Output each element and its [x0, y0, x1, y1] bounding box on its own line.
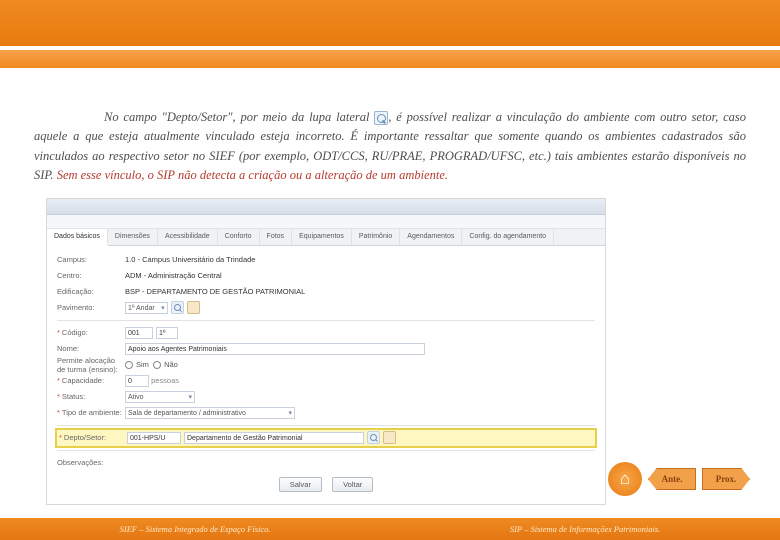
radio-sim[interactable]: [125, 361, 133, 369]
tab-dimensoes[interactable]: Dimensões: [108, 229, 158, 245]
window-toolbar: [47, 215, 605, 229]
tipo-label: *Tipo de ambiente:: [57, 408, 125, 417]
obs-label: Observações:: [57, 458, 125, 467]
edificacao-label: Edificação:: [57, 287, 125, 296]
centro-label: Centro:: [57, 271, 125, 280]
nome-input[interactable]: Apoio aos Agentes Patrimoniais: [125, 343, 425, 355]
depto-label: *Depto/Setor:: [59, 433, 127, 442]
window-titlebar: [47, 199, 605, 215]
tab-bar: Dados básicos Dimensões Acessibilidade C…: [47, 229, 605, 246]
pavimento-search-icon[interactable]: [171, 301, 184, 314]
codigo-input-b[interactable]: 1º: [156, 327, 178, 339]
capacidade-label: *Capacidade:: [57, 376, 125, 385]
codigo-label: *Código:: [57, 328, 125, 337]
depto-row-highlight: *Depto/Setor: 001-HPS/U Departamento de …: [57, 430, 595, 446]
field-name: "Depto/Setor": [162, 110, 233, 124]
nome-label: Nome:: [57, 344, 125, 353]
capacidade-input[interactable]: 0: [125, 375, 149, 387]
warning-text: Sem esse vínculo, o SIP não detecta a cr…: [57, 168, 448, 182]
header-bar-top: [0, 0, 780, 50]
tab-config-agendamento[interactable]: Config. do agendamento: [462, 229, 554, 245]
header-bar-bottom: [0, 50, 780, 68]
save-button[interactable]: Salvar: [279, 477, 322, 492]
instruction-paragraph: No campo "Depto/Setor", por meio da lupa…: [34, 108, 746, 186]
campus-label: Campus:: [57, 255, 125, 264]
tipo-select[interactable]: Sala de departamento / administrativo: [125, 407, 295, 419]
app-screenshot: Dados básicos Dimensões Acessibilidade C…: [46, 198, 606, 505]
depto-code-input[interactable]: 001-HPS/U: [127, 432, 181, 444]
home-button[interactable]: ⌂: [608, 462, 642, 496]
depto-search-icon[interactable]: [367, 431, 380, 444]
tab-equipamentos[interactable]: Equipamentos: [292, 229, 352, 245]
next-button[interactable]: Prox.: [702, 468, 750, 490]
turma-label: Permite alocação de turma (ensino):: [57, 356, 125, 374]
campus-value: 1.0 - Campus Universitário da Trindade: [125, 255, 255, 264]
radio-nao[interactable]: [153, 361, 161, 369]
depto-clear-icon[interactable]: [383, 431, 396, 444]
tab-patrimonio[interactable]: Patrimônio: [352, 229, 400, 245]
prev-button[interactable]: Ante.: [648, 468, 696, 490]
status-label: *Status:: [57, 392, 125, 401]
centro-value: ADM - Administração Central: [125, 271, 222, 280]
pavimento-clear-icon[interactable]: [187, 301, 200, 314]
depto-name-input[interactable]: Departamento de Gestão Patrimonial: [184, 432, 364, 444]
footer-bar: SIEF – Sistema Integrado de Espaço Físic…: [0, 518, 780, 540]
status-select[interactable]: Ativo: [125, 391, 195, 403]
tab-conforto[interactable]: Conforto: [218, 229, 260, 245]
pavimento-select[interactable]: 1º Andar: [125, 302, 168, 314]
codigo-input-a[interactable]: 001: [125, 327, 153, 339]
edificacao-value: BSP - DEPARTAMENTO DE GESTÃO PATRIMONIAL: [125, 287, 305, 296]
magnifier-icon: [374, 111, 388, 125]
tab-acessibilidade[interactable]: Acessibilidade: [158, 229, 218, 245]
tab-fotos[interactable]: Fotos: [260, 229, 293, 245]
back-button[interactable]: Voltar: [332, 477, 373, 492]
form-panel: Campus:1.0 - Campus Universitário da Tri…: [47, 246, 605, 504]
tab-dados-basicos[interactable]: Dados básicos: [47, 229, 108, 246]
tab-agendamentos[interactable]: Agendamentos: [400, 229, 462, 245]
pavimento-label: Pavimento:: [57, 303, 125, 312]
